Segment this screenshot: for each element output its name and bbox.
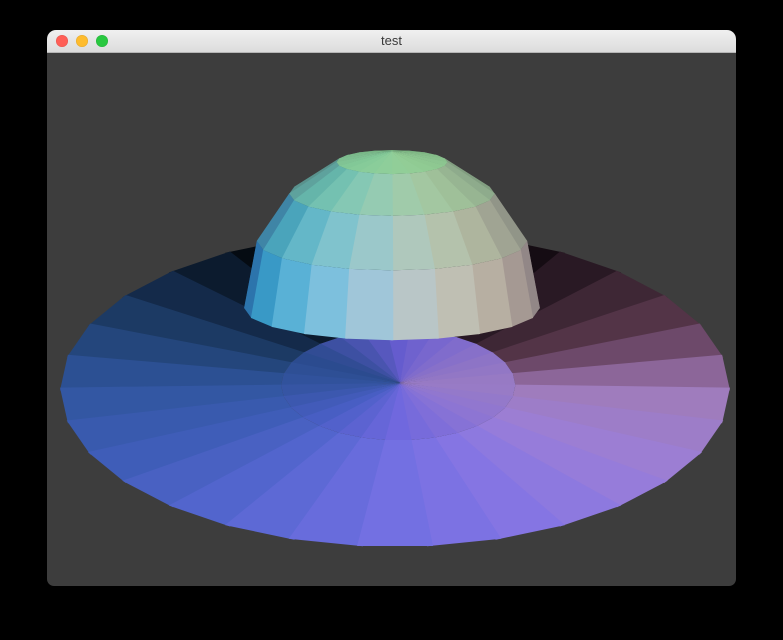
app-window: test xyxy=(47,30,736,586)
window-title: test xyxy=(381,33,402,48)
traffic-lights xyxy=(56,30,108,52)
zoom-button[interactable] xyxy=(96,35,108,47)
close-button[interactable] xyxy=(56,35,68,47)
minimize-button[interactable] xyxy=(76,35,88,47)
gl-viewport[interactable] xyxy=(47,53,736,586)
scene-svg xyxy=(60,150,730,547)
window-titlebar[interactable]: test xyxy=(47,30,736,53)
desktop-background: { "window": { "title": "test", "page_bg"… xyxy=(0,0,783,640)
